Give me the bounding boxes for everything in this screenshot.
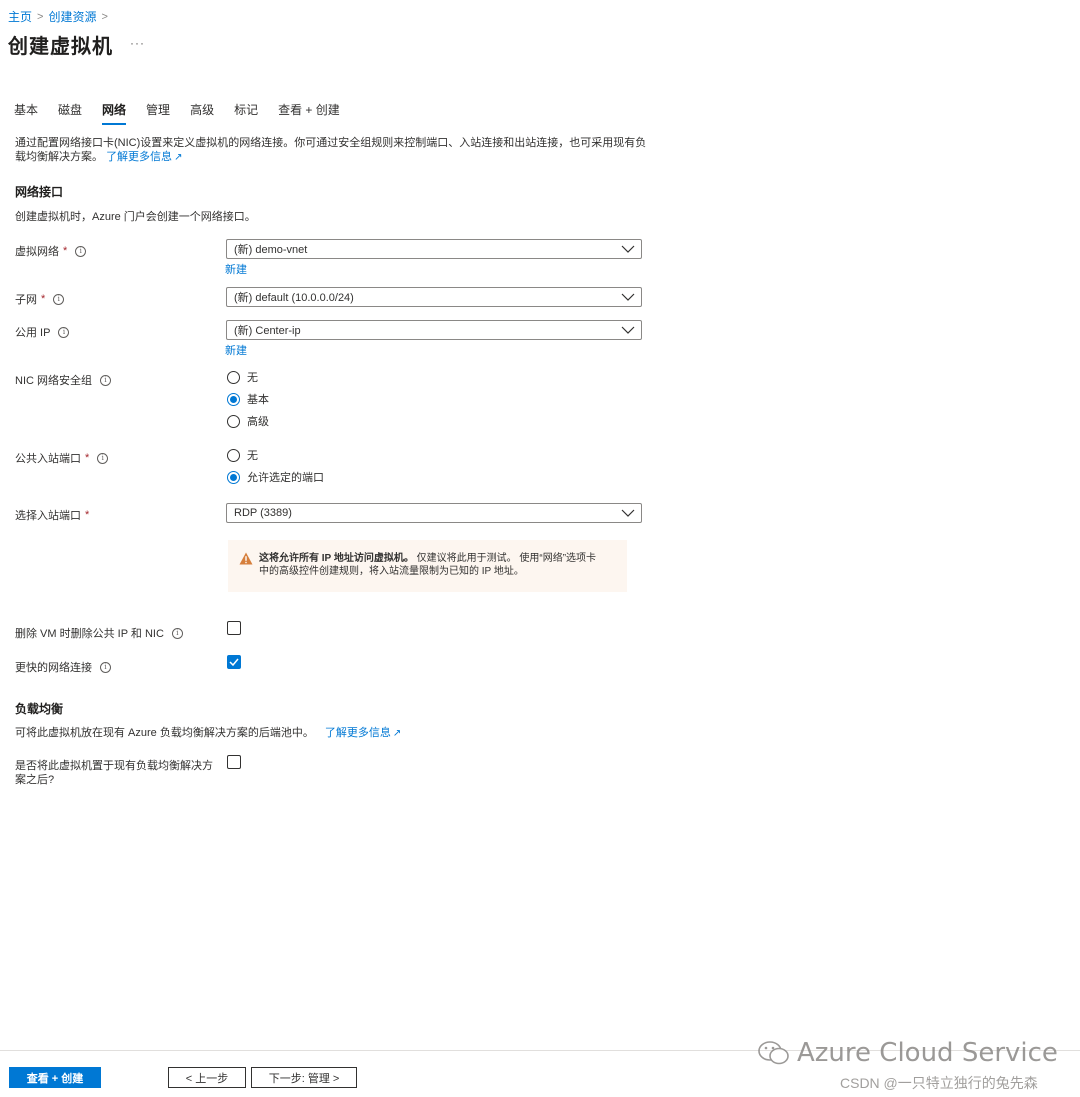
breadcrumb-home-link[interactable]: 主页 (8, 8, 32, 25)
select-inbound-ports-label: 选择入站端口 * (15, 509, 90, 522)
review-create-button[interactable]: 查看 + 创建 (9, 1067, 101, 1088)
tab-advanced[interactable]: 高级 (190, 101, 214, 125)
tab-review-create[interactable]: 查看 + 创建 (278, 101, 340, 125)
info-icon[interactable]: i (97, 452, 109, 464)
intro-paragraph: 通过配置网络接口卡(NIC)设置来定义虚拟机的网络连接。你可通过安全组规则来控制… (15, 136, 655, 165)
load-balancer-question-label: 是否将此虚拟机置于现有负载均衡解决方 案之后? (15, 760, 213, 786)
accelerated-networking-label: 更快的网络连接 i (15, 659, 111, 675)
tab-management[interactable]: 管理 (146, 101, 170, 125)
vnet-create-new-link[interactable]: 新建 (225, 261, 247, 277)
load-balancing-learn-more-link[interactable]: 了解更多信息 ↗ (325, 727, 401, 739)
nic-nsg-label: NIC 网络安全组 i (15, 372, 111, 388)
info-icon[interactable]: i (53, 293, 65, 305)
select-inbound-ports-dropdown[interactable]: RDP (3389) (226, 503, 642, 523)
accelerated-networking-checkbox[interactable] (227, 655, 241, 669)
inbound-option-allow-selected[interactable]: 允许选定的端口 (227, 469, 324, 485)
info-icon[interactable]: i (100, 374, 111, 386)
more-options-icon[interactable]: ··· (130, 36, 145, 50)
wechat-logo-icon (758, 1041, 789, 1065)
chevron-down-icon (621, 245, 635, 253)
tab-tags[interactable]: 标记 (234, 101, 258, 125)
radio-button-selected[interactable] (227, 470, 240, 484)
vnet-dropdown[interactable]: (新) demo-vnet (226, 239, 642, 259)
tab-bar: 基本 磁盘 网络 管理 高级 标记 查看 + 创建 (14, 101, 360, 125)
info-icon[interactable]: i (58, 326, 70, 338)
public-ip-create-new-link[interactable]: 新建 (225, 342, 247, 358)
public-inbound-ports-label: 公共入站端口 * i (15, 450, 109, 466)
nsg-option-basic[interactable]: 基本 (227, 391, 269, 407)
load-balancer-checkbox[interactable] (227, 755, 241, 769)
delete-with-vm-label: 删除 VM 时删除公共 IP 和 NIC i (15, 625, 183, 641)
public-ip-dropdown[interactable]: (新) Center-ip (226, 320, 642, 340)
vnet-label: 虚拟网络 * i (15, 243, 87, 259)
learn-more-link[interactable]: 了解更多信息 ↗ (106, 151, 182, 163)
public-ip-label: 公用 IP i (15, 324, 70, 340)
radio-button[interactable] (227, 448, 240, 462)
previous-button[interactable]: < 上一步 (168, 1067, 246, 1088)
breadcrumb-create-resource-link[interactable]: 创建资源 (48, 8, 96, 25)
breadcrumb: 主页 > 创建资源 > (8, 8, 108, 25)
external-link-icon: ↗ (174, 152, 183, 163)
warning-icon (239, 552, 253, 565)
info-icon[interactable]: i (100, 661, 111, 673)
subnet-label: 子网 * i (15, 291, 65, 307)
nsg-option-advanced[interactable]: 高级 (227, 413, 269, 429)
load-balancing-description: 可将此虚拟机放在现有 Azure 负载均衡解决方案的后端池中。 了解更多信息 ↗ (15, 727, 402, 739)
network-interface-description: 创建虚拟机时，Azure 门户会创建一个网络接口。 (15, 211, 256, 223)
required-marker: * (63, 245, 68, 257)
network-interface-heading: 网络接口 (15, 185, 64, 199)
watermark-credit: CSDN @一只特立独行的兔先森 (840, 1075, 1038, 1091)
radio-button[interactable] (227, 414, 240, 428)
external-link-icon: ↗ (392, 728, 402, 739)
load-balancing-heading: 负载均衡 (15, 702, 64, 716)
subnet-dropdown[interactable]: (新) default (10.0.0.0/24) (226, 287, 642, 307)
chevron-down-icon (621, 509, 635, 517)
warning-text: 这将允许所有 IP 地址访问虚拟机。 仅建议将此用于测试。 使用“网络”选项卡 … (259, 553, 597, 577)
radio-button-selected[interactable] (227, 392, 240, 406)
inbound-option-none[interactable]: 无 (227, 447, 258, 463)
chevron-right-icon: > (101, 10, 108, 23)
nsg-option-none[interactable]: 无 (227, 369, 258, 385)
next-management-button[interactable]: 下一步: 管理 > (251, 1067, 357, 1088)
watermark-brand: Azure Cloud Service (757, 1038, 1058, 1068)
chevron-down-icon (621, 326, 635, 334)
page-title: 创建虚拟机 (8, 36, 113, 58)
delete-with-vm-checkbox[interactable] (227, 621, 241, 635)
chevron-down-icon (621, 293, 635, 301)
tab-networking[interactable]: 网络 (102, 101, 127, 125)
warning-banner: 这将允许所有 IP 地址访问虚拟机。 仅建议将此用于测试。 使用“网络”选项卡 … (228, 540, 627, 592)
info-icon[interactable]: i (75, 245, 87, 257)
radio-button[interactable] (227, 370, 240, 384)
info-icon[interactable]: i (171, 627, 183, 639)
tab-basics[interactable]: 基本 (14, 101, 38, 125)
tab-disks[interactable]: 磁盘 (58, 101, 82, 125)
checkmark-icon (229, 658, 239, 666)
chevron-right-icon: > (37, 10, 44, 23)
